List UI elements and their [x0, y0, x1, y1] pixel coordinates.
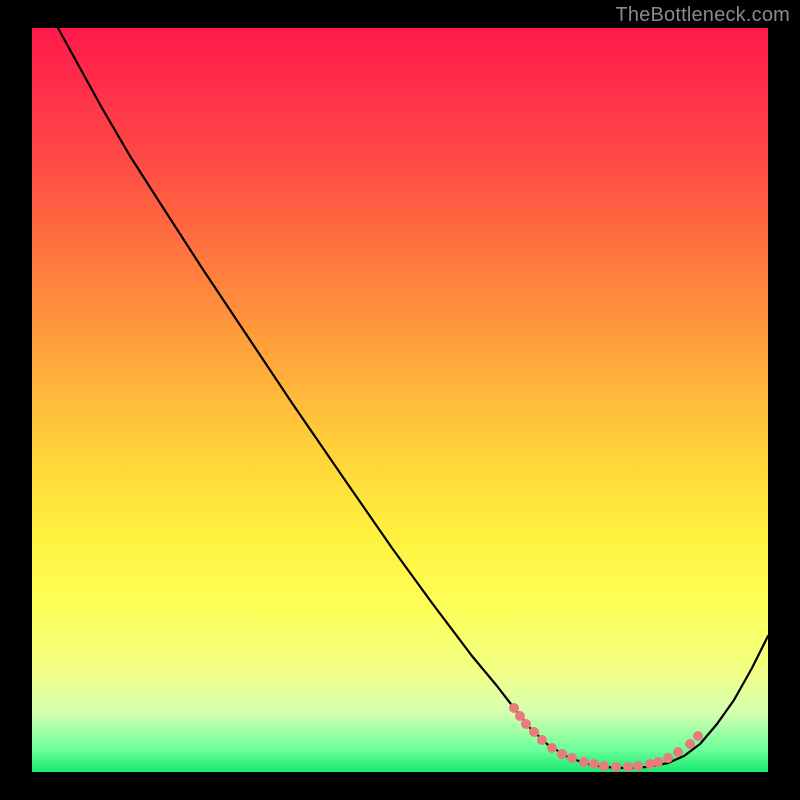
- marker-dot: [599, 761, 609, 771]
- watermark-text: TheBottleneck.com: [615, 4, 790, 27]
- marker-dot: [567, 753, 577, 763]
- marker-dot: [663, 753, 673, 763]
- bottleneck-curve: [58, 28, 768, 768]
- chart-frame: TheBottleneck.com: [0, 0, 800, 800]
- marker-dot: [623, 762, 633, 772]
- marker-dot: [693, 731, 703, 741]
- plot-area: [32, 28, 768, 772]
- marker-dot: [685, 739, 695, 749]
- marker-dot: [529, 727, 539, 737]
- curve-layer: [32, 28, 768, 772]
- marker-dot: [589, 759, 599, 769]
- marker-dot: [557, 749, 567, 759]
- marker-dot: [521, 719, 531, 729]
- marker-dot: [509, 703, 519, 713]
- marker-dot: [633, 761, 643, 771]
- marker-dot: [547, 743, 557, 753]
- marker-dot: [611, 762, 621, 772]
- marker-dot: [653, 757, 663, 767]
- marker-group: [509, 703, 703, 772]
- marker-dot: [579, 757, 589, 767]
- marker-dot: [537, 735, 547, 745]
- marker-dot: [673, 747, 683, 757]
- marker-dot: [515, 711, 525, 721]
